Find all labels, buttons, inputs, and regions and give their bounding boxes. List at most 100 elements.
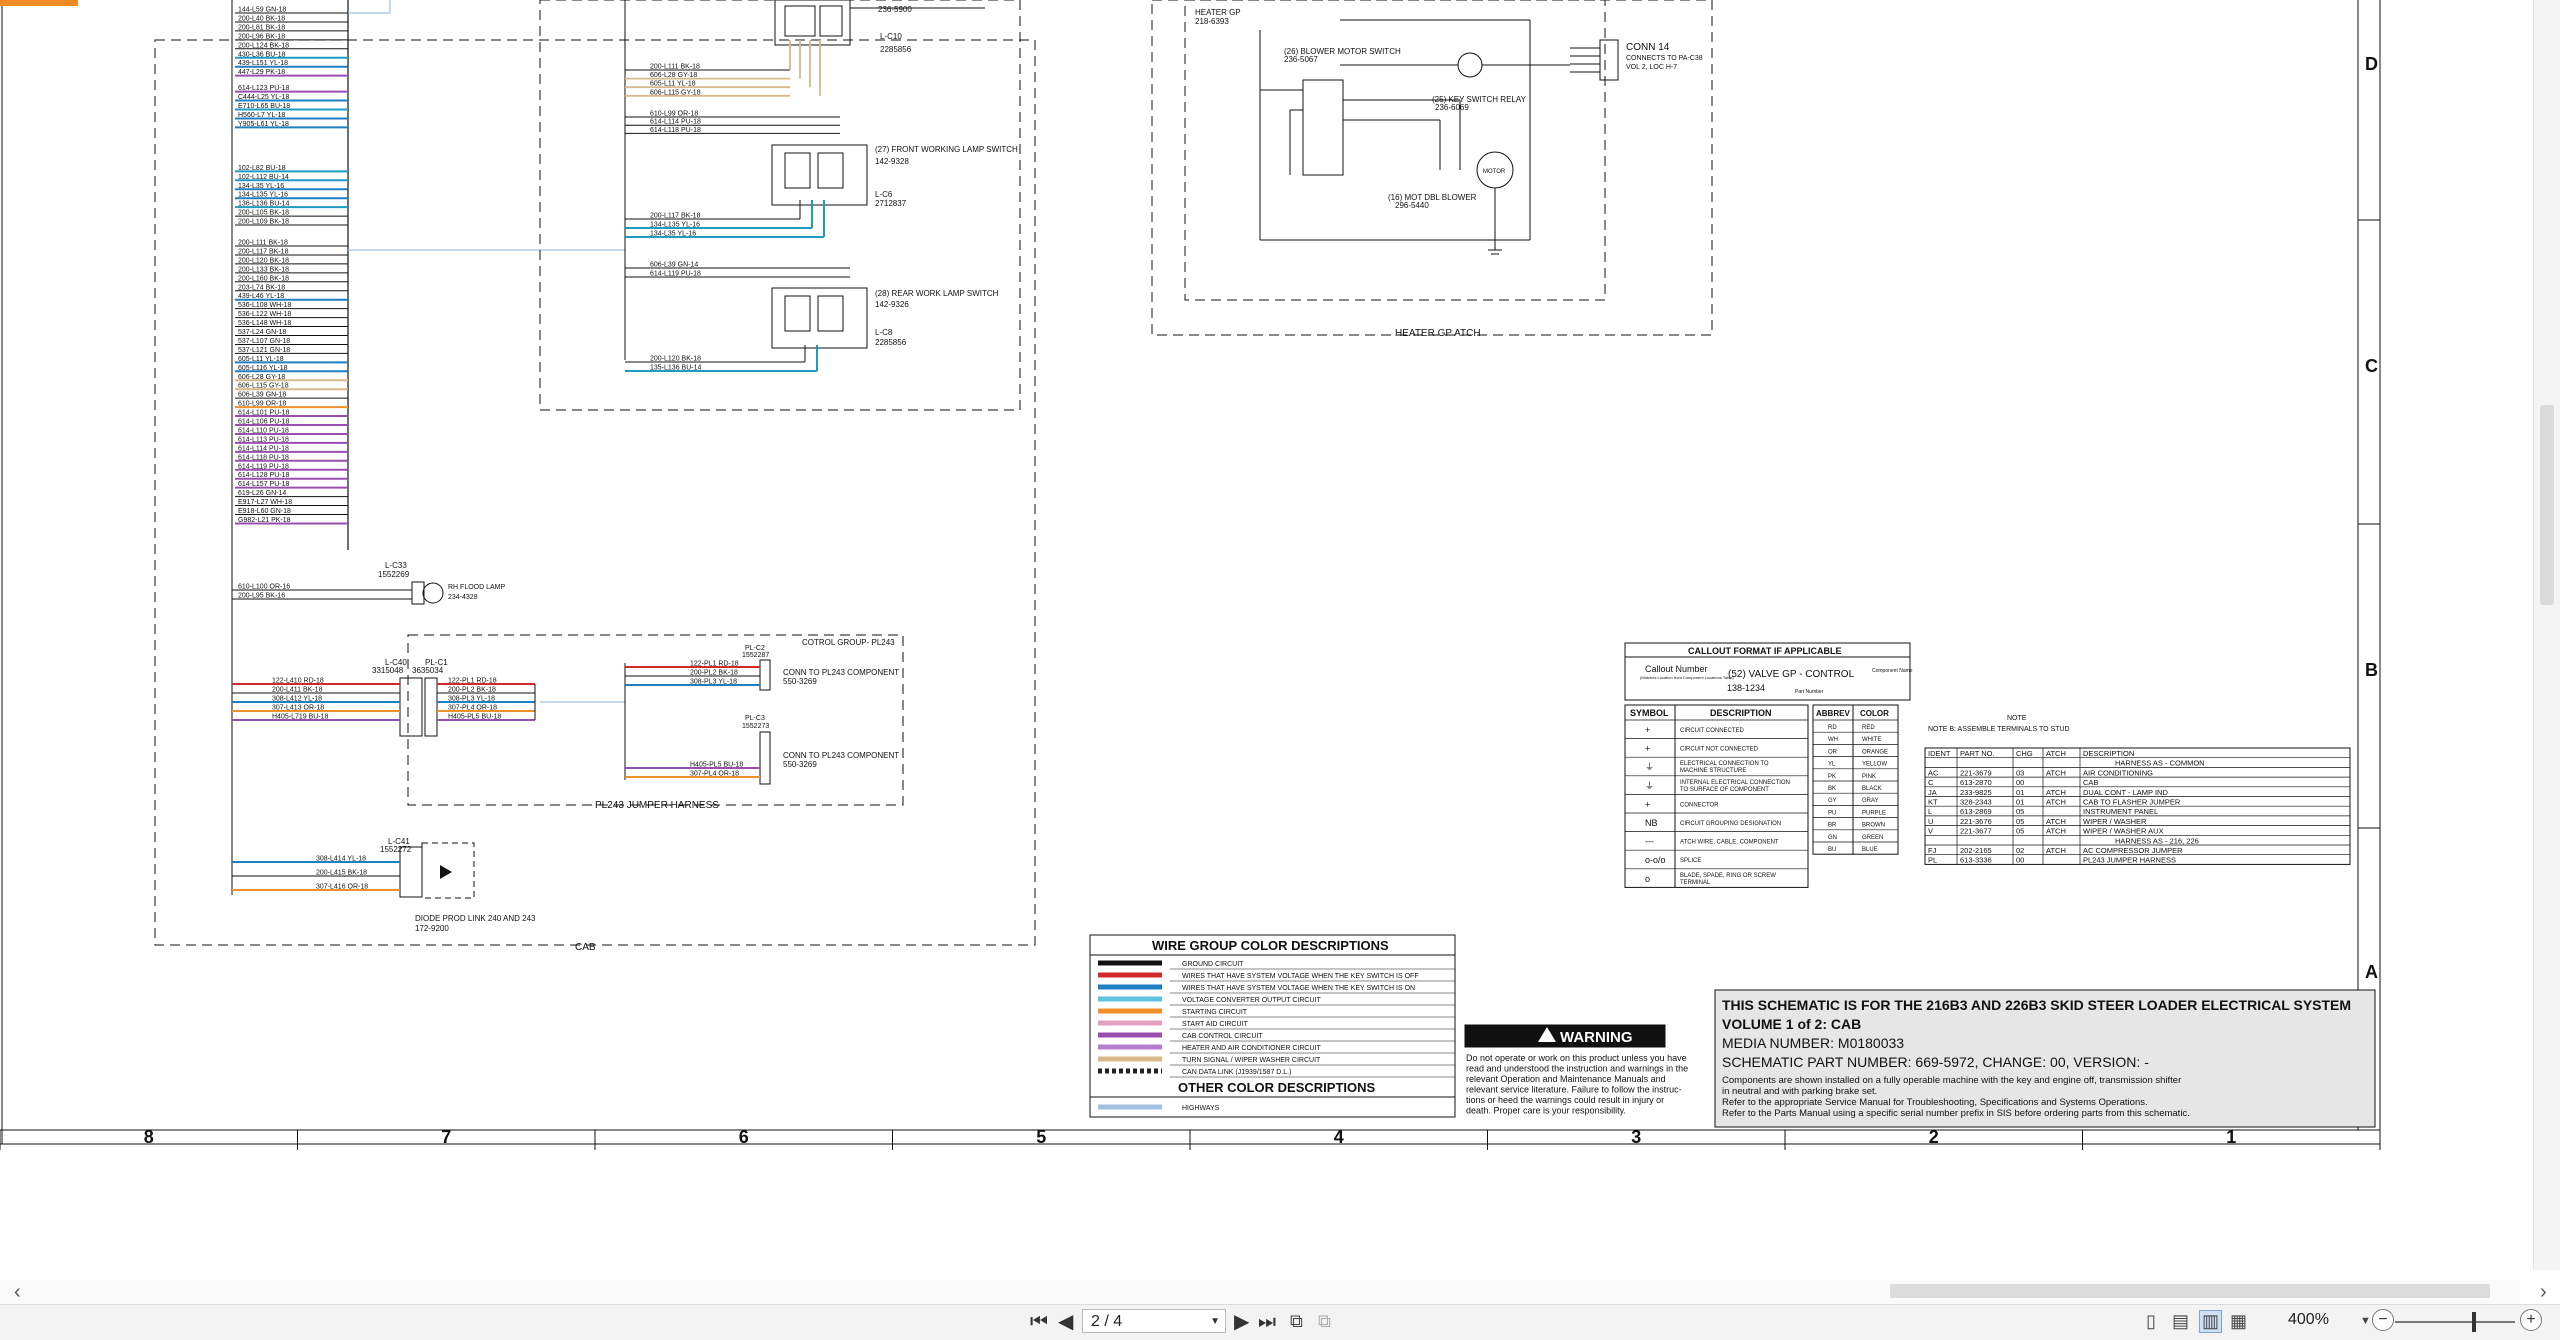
continuous-view-icon[interactable]: ▤	[2172, 1311, 2189, 1332]
harness-cell: U	[1928, 817, 1933, 826]
harness-label: PL243 JUMPER HARNESS	[595, 800, 719, 811]
wire-group-label: TURN SIGNAL / WIPER WASHER CIRCUIT	[1182, 1057, 1321, 1064]
zoom-slider-thumb[interactable]	[2472, 1312, 2476, 1332]
wire-label: E710-L65 BU-18	[238, 103, 290, 110]
diode-label: DIODE PROD LINK 240 AND 243	[415, 914, 536, 923]
table-header: PART NO.	[1960, 749, 1995, 758]
last-page-icon[interactable]: ⏭	[1258, 1309, 1276, 1335]
wire-label: 308-L414 YL-18	[316, 856, 366, 863]
table-header: ATCH	[2046, 749, 2066, 758]
part-number: 550-3269	[783, 677, 817, 686]
scroll-left-icon[interactable]: ‹	[14, 1281, 21, 1304]
zone-column-label: 8	[144, 1127, 154, 1147]
wire-label: 610-L100 OR-16	[238, 584, 290, 591]
horizontal-scrollbar[interactable]	[0, 1280, 2520, 1304]
harness-cell: 02	[2016, 846, 2024, 855]
harness-cell: ATCH	[2046, 788, 2066, 797]
cab-label: CAB	[575, 942, 596, 953]
chevron-down-icon[interactable]: ▼	[1210, 1310, 1220, 1334]
zone-column-label: 3	[1631, 1127, 1641, 1147]
wire-label: 614-L157 PU-18	[238, 481, 289, 488]
prev-page-icon[interactable]: ◀	[1058, 1309, 1073, 1335]
wire-label: 614-L110 PU-18	[238, 427, 289, 434]
top-switch-inner	[819, 5, 843, 37]
zoom-in-icon[interactable]: +	[2520, 1309, 2542, 1331]
pdf-viewer: 8 7 6 5 4 3 2 1 D C B A CAB 144-L59 GN-18 200-L40 BK-1…	[0, 0, 2560, 1340]
zoom-slider[interactable]	[2395, 1321, 2515, 1323]
connector-description: CONN TO PL243 COMPONENT	[783, 668, 899, 677]
table-header: DESCRIPTION	[2083, 749, 2134, 758]
symbol-glyph: ⏚	[1645, 781, 1654, 791]
symbol-glyph: o-o/o	[1645, 855, 1666, 865]
pl-c3-connector	[759, 731, 771, 785]
page-number-value: 2 / 4	[1091, 1313, 1123, 1330]
schematic-title: THIS SCHEMATIC IS FOR THE 216B3 AND 226B…	[1722, 997, 2351, 1013]
fit-width-icon[interactable]: ⧉	[1318, 1311, 1331, 1332]
callout-title: CALLOUT FORMAT IF APPLICABLE	[1688, 646, 1841, 656]
wire-label: 614-L113 PU-18	[238, 436, 289, 443]
part-number: 236-5067	[1284, 55, 1318, 64]
abbrev-code: WH	[1828, 737, 1838, 743]
horizontal-scroll-thumb[interactable]	[1890, 1284, 2490, 1298]
harness-cell: C	[1928, 778, 1934, 787]
single-page-view-icon[interactable]: ▯	[2146, 1311, 2156, 1332]
wire-label: 134-L35 YL-16	[650, 231, 696, 238]
zoom-dropdown-icon[interactable]: ▼	[2360, 1315, 2371, 1327]
wire-label: 610-L99 OR-18	[238, 401, 286, 408]
wire-label: 102-L82 BU-18	[238, 165, 286, 172]
symbol-description: BLADE, SPADE, RING OR SCREW	[1680, 873, 1776, 879]
wire-label: 536-L108 WH-18	[238, 302, 291, 309]
switch-label: (27) FRONT WORKING LAMP SWITCH	[875, 145, 1018, 154]
fit-page-icon[interactable]: ⧉	[1290, 1311, 1303, 1332]
harness-cell: 613-2870	[1960, 778, 1992, 787]
callout-sub: Part Number	[1795, 689, 1824, 695]
abbrev-code: GN	[1828, 835, 1837, 841]
wire-label: 200-L105 BK-18	[238, 210, 289, 217]
continuous-two-page-view-icon[interactable]: ▦	[2230, 1311, 2247, 1332]
zoom-out-icon[interactable]: −	[2372, 1309, 2394, 1331]
warning-title: WARNING	[1560, 1029, 1633, 1046]
harness-cell: 613-2869	[1960, 807, 1992, 816]
page-number-input[interactable]: 2 / 4 ▼	[1082, 1309, 1226, 1333]
wire-label: 200-L95 BK-16	[238, 593, 285, 600]
part-number: 2285856	[875, 338, 907, 347]
diode-connector	[399, 846, 423, 898]
harness-cell: 01	[2016, 788, 2024, 797]
warning-text: read and understood the instruction and …	[1466, 1064, 1688, 1074]
zone-row-label: D	[2365, 54, 2378, 74]
wire-group-label: WIRES THAT HAVE SYSTEM VOLTAGE WHEN THE …	[1182, 985, 1415, 992]
zone-column-label: 5	[1036, 1127, 1046, 1147]
vertical-scroll-thumb[interactable]	[2540, 405, 2554, 605]
part-number: 550-3269	[783, 760, 817, 769]
zone-row-label: B	[2365, 660, 2378, 680]
next-page-icon[interactable]: ▶	[1234, 1309, 1249, 1335]
harness-cell: PL	[1928, 856, 1937, 865]
heater-atch-label: HEATER GP ATCH	[1395, 328, 1481, 339]
symbol-description: MACHINE STRUCTURE	[1680, 768, 1746, 774]
harness-cell: L	[1928, 807, 1932, 816]
wire-label: 606-L115 GY-18	[650, 89, 701, 96]
scroll-right-icon[interactable]: ›	[2540, 1281, 2547, 1304]
flood-connector	[411, 581, 425, 605]
harness-cell: ATCH	[2046, 817, 2066, 826]
wire-group-title: WIRE GROUP COLOR DESCRIPTIONS	[1152, 938, 1389, 953]
abbrev-color: PURPLE	[1862, 810, 1886, 816]
harness-cell: DUAL CONT - LAMP IND	[2083, 788, 2168, 797]
two-page-view-icon[interactable]: ▥	[2198, 1310, 2223, 1333]
table-header: ABBREV	[1816, 709, 1850, 718]
first-page-icon[interactable]: ⏮	[1030, 1309, 1048, 1335]
harness-group-label: HARNESS AS - 216, 226	[2115, 836, 2199, 845]
zoom-level[interactable]: 400%	[2288, 1311, 2329, 1329]
wire-label: 614-L114 PU-18	[650, 119, 701, 126]
wire-label: 200-L111 BK-18	[238, 240, 288, 247]
part-number: 2285856	[880, 45, 912, 54]
wire-label: 605-L116 YL-18	[238, 365, 288, 372]
title-note: Refer to the Parts Manual using a specif…	[1722, 1108, 2190, 1119]
zone-column-label: 1	[2226, 1127, 2236, 1147]
wire-label: 308-L412 YL-18	[272, 696, 322, 703]
part-number: 1552272	[380, 845, 412, 854]
callout-label: Callout Number	[1645, 664, 1708, 674]
connector-description: CONN TO PL243 COMPONENT	[783, 751, 899, 760]
abbrev-code: PK	[1828, 774, 1836, 780]
vertical-scrollbar[interactable]	[2533, 0, 2560, 1270]
